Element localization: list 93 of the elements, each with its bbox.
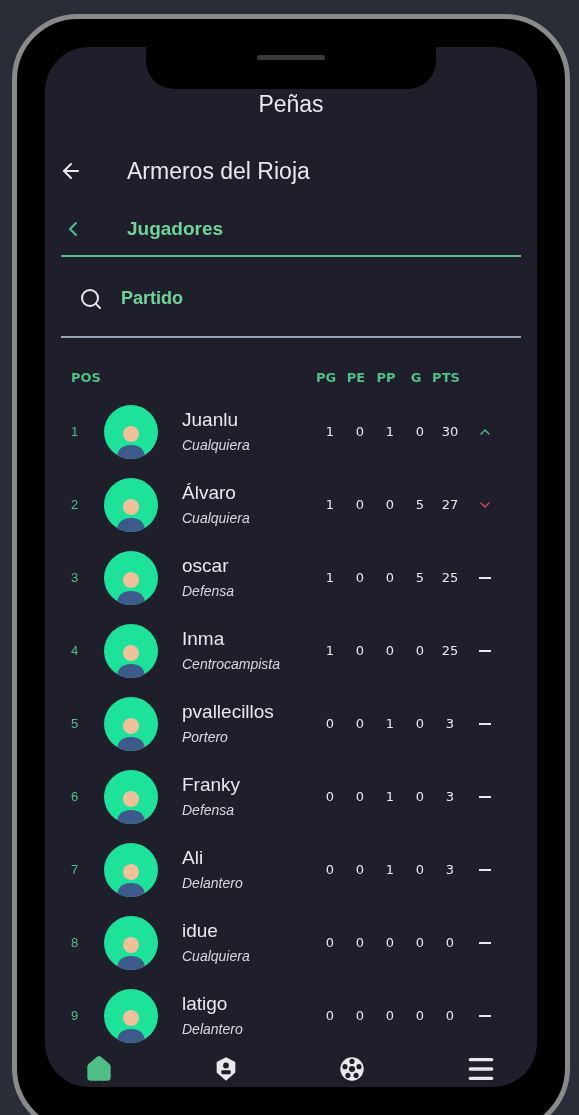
stat-value: 0 bbox=[324, 934, 336, 953]
stat-value: 0 bbox=[384, 569, 396, 588]
player-position: Defensa bbox=[182, 582, 236, 602]
stat-value: 3 bbox=[444, 715, 456, 734]
stat-value: 0 bbox=[324, 861, 336, 880]
position-number: 3 bbox=[71, 569, 80, 588]
player-name: Álvaro bbox=[182, 480, 237, 505]
stat-value: 0 bbox=[414, 861, 426, 880]
dash-icon bbox=[479, 796, 491, 798]
search-field[interactable]: Partido bbox=[61, 285, 521, 338]
stat-value: 0 bbox=[414, 934, 426, 953]
player-name: oscar bbox=[182, 553, 230, 578]
stat-value: 0 bbox=[414, 642, 426, 661]
team-name: Armeros del Rioja bbox=[127, 157, 310, 186]
stat-value: 0 bbox=[414, 788, 426, 807]
stat-value: 0 bbox=[444, 1007, 456, 1026]
home-icon[interactable] bbox=[85, 1054, 113, 1083]
position-number: 8 bbox=[71, 934, 80, 953]
player-name: Inma bbox=[182, 626, 226, 651]
player-position: Cualquiera bbox=[182, 947, 251, 967]
stat-value: 1 bbox=[324, 569, 336, 588]
stat-value: 0 bbox=[384, 496, 396, 515]
player-position: Delantero bbox=[182, 874, 244, 894]
app-title: Peñas bbox=[258, 93, 324, 116]
stat-value: 27 bbox=[440, 496, 460, 515]
player-name: Franky bbox=[182, 772, 242, 797]
player-name: pvallecillos bbox=[182, 699, 275, 724]
stat-value: 0 bbox=[354, 715, 366, 734]
player-name: idue bbox=[182, 918, 219, 943]
stat-value: 5 bbox=[414, 569, 426, 588]
stat-value: 0 bbox=[354, 861, 366, 880]
stat-value: 30 bbox=[440, 423, 460, 442]
position-number: 9 bbox=[71, 1007, 80, 1026]
stat-value: 3 bbox=[444, 861, 456, 880]
stat-value: 0 bbox=[354, 569, 366, 588]
player-position: Portero bbox=[182, 728, 229, 748]
column-header: PTS bbox=[431, 369, 461, 387]
stat-value: 0 bbox=[354, 788, 366, 807]
stat-value: 25 bbox=[440, 569, 460, 588]
player-position: Cualquiera bbox=[182, 436, 251, 456]
column-header: PE bbox=[345, 369, 367, 387]
stat-value: 0 bbox=[384, 642, 396, 661]
stat-value: 1 bbox=[384, 423, 396, 442]
stat-value: 1 bbox=[384, 861, 396, 880]
player-position: Centrocampista bbox=[182, 655, 282, 675]
stat-value: 1 bbox=[384, 715, 396, 734]
player-name: Juanlu bbox=[182, 407, 239, 432]
dash-icon bbox=[479, 577, 491, 579]
soccer-ball-icon[interactable] bbox=[338, 1054, 367, 1083]
stat-value: 3 bbox=[444, 788, 456, 807]
player-position: Cualquiera bbox=[182, 509, 251, 529]
search-icon bbox=[79, 286, 103, 311]
stat-value: 0 bbox=[354, 496, 366, 515]
stat-value: 1 bbox=[324, 642, 336, 661]
position-number: 5 bbox=[71, 715, 80, 734]
column-header: PP bbox=[375, 369, 397, 387]
dash-icon bbox=[479, 869, 491, 871]
stat-value: 0 bbox=[324, 788, 336, 807]
player-position: Defensa bbox=[182, 801, 236, 821]
stat-value: 25 bbox=[440, 642, 460, 661]
stat-value: 0 bbox=[414, 715, 426, 734]
stat-value: 5 bbox=[414, 496, 426, 515]
position-number: 7 bbox=[71, 861, 80, 880]
stat-value: 0 bbox=[384, 1007, 396, 1026]
stat-value: 0 bbox=[354, 642, 366, 661]
stat-value: 1 bbox=[384, 788, 396, 807]
speaker-grille bbox=[257, 55, 325, 60]
dash-icon bbox=[479, 650, 491, 652]
stat-value: 0 bbox=[444, 934, 456, 953]
dash-icon bbox=[479, 723, 491, 725]
section-title: Jugadores bbox=[127, 216, 224, 241]
player-name: latigo bbox=[182, 991, 229, 1016]
stat-value: 0 bbox=[384, 934, 396, 953]
stat-value: 0 bbox=[414, 423, 426, 442]
stat-value: 0 bbox=[324, 715, 336, 734]
column-header: POS bbox=[71, 369, 102, 387]
player-name: Ali bbox=[182, 845, 205, 870]
dash-icon bbox=[479, 1015, 491, 1017]
stat-value: 0 bbox=[354, 934, 366, 953]
stat-value: 0 bbox=[354, 1007, 366, 1026]
position-number: 1 bbox=[71, 423, 80, 442]
column-header: G bbox=[409, 369, 423, 387]
position-number: 2 bbox=[71, 496, 80, 515]
column-header: PG bbox=[314, 369, 338, 387]
stat-value: 1 bbox=[324, 423, 336, 442]
dash-icon bbox=[479, 942, 491, 944]
position-number: 6 bbox=[71, 788, 80, 807]
stat-value: 0 bbox=[414, 1007, 426, 1026]
stat-value: 0 bbox=[324, 1007, 336, 1026]
stat-value: 1 bbox=[324, 496, 336, 515]
player-position: Delantero bbox=[182, 1020, 244, 1040]
stat-value: 0 bbox=[354, 423, 366, 442]
position-number: 4 bbox=[71, 642, 80, 661]
